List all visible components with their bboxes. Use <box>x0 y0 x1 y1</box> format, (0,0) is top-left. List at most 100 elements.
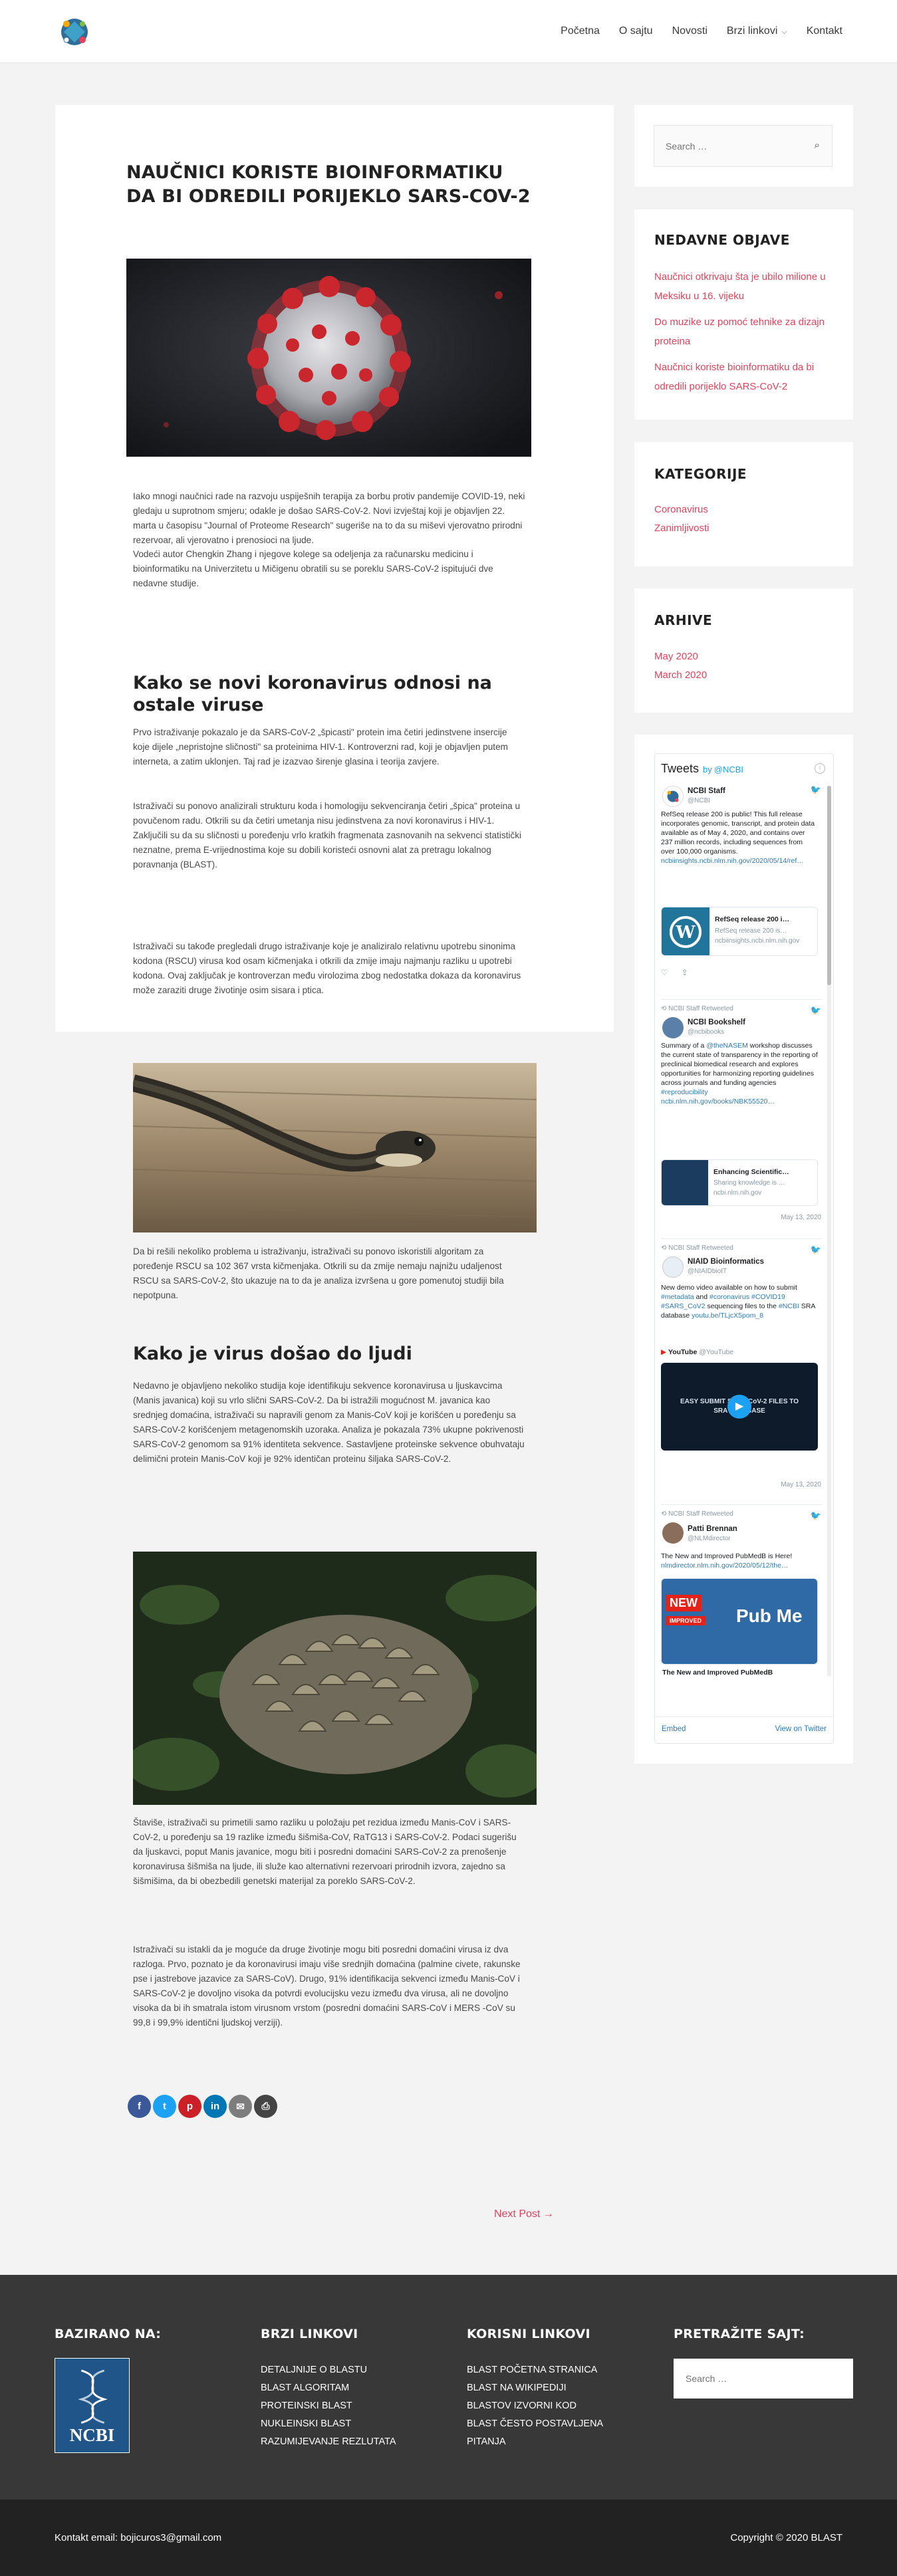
card-title: RefSeq release 200 i… <box>715 915 790 923</box>
mention-link[interactable]: @theNASEM <box>706 1042 748 1050</box>
tweet-author[interactable]: NCBI Staff <box>688 787 725 795</box>
tweet-link[interactable]: youtu.be/TLjcX5pom_8 <box>692 1312 763 1320</box>
hashtag-link[interactable]: #NCBI <box>779 1302 799 1310</box>
tweet-handle[interactable]: @NIAIDbioIT <box>688 1268 727 1275</box>
nav-news[interactable]: Novosti <box>672 24 707 39</box>
category-link[interactable]: Coronavirus <box>654 500 837 519</box>
tweet-author[interactable]: NIAID Bioinformatics <box>688 1258 764 1266</box>
linkedin-icon[interactable]: in <box>203 2095 227 2118</box>
tweet-author[interactable]: NCBI Bookshelf <box>688 1018 745 1026</box>
search-icon[interactable]: ⌕ <box>815 139 820 151</box>
recent-post-link[interactable]: Naučnici otkrivaju šta je ubilo milione … <box>654 267 837 306</box>
footer-link[interactable]: PROTEINSKI BLAST <box>261 2397 396 2415</box>
tweet[interactable]: ⟲ NCBI Staff Retweeted NCBI Bookshelf @n… <box>661 1000 823 1239</box>
svg-text:W: W <box>675 923 696 943</box>
tweet-handle[interactable]: @NCBI <box>688 797 710 804</box>
footer-link[interactable]: NUKLEINSKI BLAST <box>261 2415 396 2433</box>
card-badge-improved: IMPROVED <box>666 1616 706 1625</box>
link-card[interactable]: NEW IMPROVED Pub Me <box>661 1578 818 1665</box>
copyright: Copyright © 2020 BLAST <box>730 2532 842 2543</box>
coronavirus-image <box>126 259 531 457</box>
card-title: Enhancing Scientific… <box>713 1168 789 1176</box>
view-on-twitter-link[interactable]: View on Twitter <box>775 1725 827 1733</box>
timeline-handle-link[interactable]: @NCBI <box>714 764 743 774</box>
recent-posts-widget: NEDAVNE OBJAVE Naučnici otkrivaju šta je… <box>634 209 853 419</box>
timeline-title: Tweets <box>661 762 700 775</box>
twitter-bird-icon[interactable]: 🐦 <box>811 1005 821 1016</box>
email-icon[interactable]: ✉ <box>229 2095 252 2118</box>
recent-post-link[interactable]: Do muzike uz pomoć tehnike za dizajn pro… <box>654 312 837 351</box>
twitter-icon[interactable]: t <box>153 2095 176 2118</box>
timeline-footer: Embed View on Twitter <box>655 1716 833 1743</box>
hashtag-link[interactable]: #metadata <box>661 1293 694 1301</box>
retweet-label: ⟲ NCBI Staff Retweeted <box>661 1244 733 1252</box>
archive-link[interactable]: May 2020 <box>654 647 837 666</box>
footer-link[interactable]: BLAST POČETNA STRANICA <box>467 2361 603 2379</box>
section-heading: Kako je virus došao do ljudi <box>133 1344 412 1364</box>
footer-link[interactable]: RAZUMIJEVANJE REZLUTATA <box>261 2433 396 2451</box>
tweet-handle[interactable]: @NLMdirector <box>688 1535 731 1542</box>
print-icon[interactable]: ⎙ <box>254 2095 277 2118</box>
nav-quick-links[interactable]: Brzi linkovi ⌵ <box>727 24 787 39</box>
pinterest-icon[interactable]: p <box>178 2095 201 2118</box>
tweet-actions: ♡ ⇪ <box>661 968 688 977</box>
timeline-scrollbar[interactable] <box>827 786 831 1677</box>
twitter-bird-icon[interactable]: 🐦 <box>811 1510 821 1521</box>
footer-link[interactable]: DETALJNIJE O BLASTU <box>261 2361 396 2379</box>
heart-icon[interactable]: ♡ <box>661 968 668 977</box>
tweet-link[interactable]: nlmdirector.nlm.nih.gov/2020/05/12/the… <box>661 1561 818 1570</box>
twitter-bird-icon[interactable]: 🐦 <box>811 1244 821 1255</box>
tweet-author[interactable]: Patti Brennan <box>688 1525 737 1533</box>
ncbi-logo[interactable]: NCBI <box>55 2358 130 2453</box>
paragraph: Da bi rešili nekoliko problema u istraži… <box>133 1246 504 1300</box>
nav-contact[interactable]: Kontakt <box>807 24 842 39</box>
share-icon[interactable]: ⇪ <box>682 968 688 977</box>
footer-search-input[interactable] <box>674 2359 853 2399</box>
avatar[interactable] <box>662 1256 684 1278</box>
info-icon[interactable]: i <box>815 763 825 774</box>
logo-icon[interactable] <box>55 12 94 52</box>
avatar[interactable] <box>662 1522 684 1544</box>
paragraph: Prvo istraživanje pokazalo je da SARS-Co… <box>133 727 508 766</box>
nav-about[interactable]: O sajtu <box>619 24 653 39</box>
footer-link[interactable]: BLAST ALGORITAM <box>261 2379 396 2397</box>
sidebar-search: ⌕ <box>654 125 833 167</box>
play-icon[interactable]: ▶ <box>727 1395 751 1419</box>
facebook-icon[interactable]: f <box>128 2095 151 2118</box>
tweet-handle[interactable]: @ncbibooks <box>688 1028 724 1036</box>
card-title: The New and Improved PubMedB <box>662 1669 773 1677</box>
avatar[interactable] <box>662 1017 684 1038</box>
search-input[interactable] <box>654 126 807 166</box>
tweet-date[interactable]: May 13, 2020 <box>781 1481 821 1488</box>
tweet[interactable]: NCBI Staff @NCBI 🐦 RefSeq release 200 is… <box>661 780 823 1000</box>
tweet[interactable]: ⟲ NCBI Staff Retweeted NIAID Bioinformat… <box>661 1239 823 1505</box>
tweet[interactable]: ⟲ NCBI Staff Retweeted Patti Brennan @NL… <box>661 1505 823 1718</box>
ncbi-logo-text: NCBI <box>69 2425 115 2445</box>
link-card[interactable]: W RefSeq release 200 i… RefSeq release 2… <box>661 907 818 956</box>
twitter-bird-icon[interactable]: 🐦 <box>811 784 821 795</box>
footer-link[interactable]: BLASTOV IZVORNI KOD <box>467 2397 603 2415</box>
archives-title: ARHIVE <box>654 612 713 628</box>
footer-link[interactable]: BLAST ČESTO POSTAVLJENA <box>467 2415 603 2433</box>
archives-widget: ARHIVE May 2020 March 2020 <box>634 588 853 713</box>
youtube-icon: ▶ <box>661 1348 668 1356</box>
tweet-link[interactable]: ncbi.nlm.nih.gov/books/NBK55520… <box>661 1098 775 1106</box>
nav-home[interactable]: Početna <box>561 24 600 39</box>
nav-quick-links-label: Brzi linkovi <box>726 25 778 37</box>
archive-link[interactable]: March 2020 <box>654 665 837 685</box>
recent-post-link[interactable]: Naučnici koriste bioinformatiku da bi od… <box>654 358 837 396</box>
hashtag-link[interactable]: #reproducibility <box>661 1088 708 1096</box>
category-link[interactable]: Zanimljivosti <box>654 519 837 538</box>
twitter-timeline: Tweets by @NCBI i NCBI Staff @NCBI 🐦 RefSe… <box>654 753 834 1744</box>
next-post-link[interactable]: Next Post → <box>494 2208 554 2220</box>
footer-link[interactable]: BLAST NA WIKIPEDIJI <box>467 2379 603 2397</box>
avatar[interactable] <box>662 786 684 807</box>
paragraph: Istraživači su istakli da je moguće da d… <box>133 1944 521 2028</box>
video-card[interactable]: EASY SUBMIT SARS-CoV-2 FILES TO SRA DATA… <box>661 1363 818 1451</box>
embed-link[interactable]: Embed <box>662 1725 686 1733</box>
link-card[interactable]: Enhancing Scientific… Sharing knowledge … <box>661 1159 818 1206</box>
tweet-date[interactable]: May 13, 2020 <box>781 1214 821 1221</box>
tweet-link[interactable]: ncbiinsights.ncbi.nlm.nih.gov/2020/05/14… <box>661 856 818 866</box>
footer-link[interactable]: PITANJA <box>467 2433 603 2451</box>
footer-quick-links: DETALJNIJE O BLASTU BLAST ALGORITAM PROT… <box>261 2361 396 2451</box>
